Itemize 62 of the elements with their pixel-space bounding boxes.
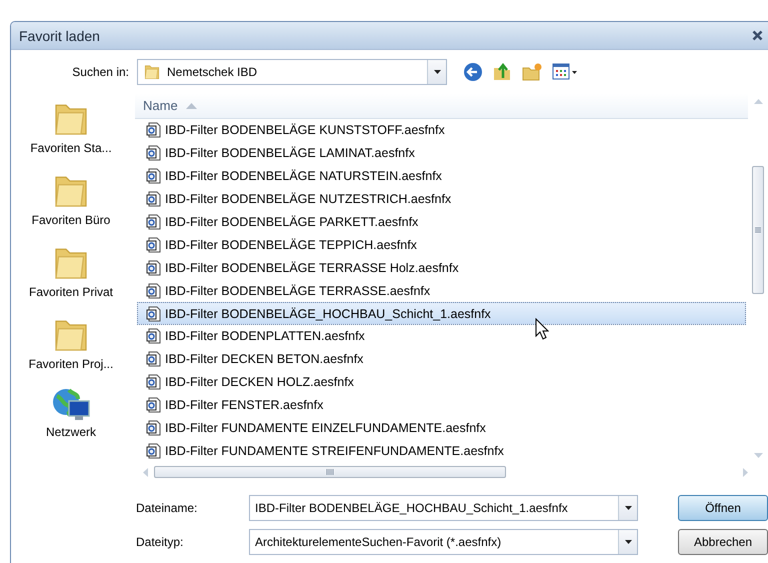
file-row[interactable]: IBD-Filter BODENBELÄGE_HOCHBAU_Schicht_1.aesfnfx — [137, 302, 746, 326]
new-folder-icon[interactable] — [521, 62, 543, 82]
window-title: Favorit laden — [19, 28, 100, 44]
vertical-scrollbar-thumb[interactable] — [752, 166, 764, 294]
file-name-field[interactable]: IBD-Filter BODENBELÄGE_HOCHBAU_Schicht_1.aesfnfx — [249, 495, 638, 522]
file-icon — [146, 351, 162, 368]
file-row[interactable]: IBD-Filter BODENBELÄGE TERRASSE.aesfnfx — [137, 279, 746, 302]
file-row[interactable]: IBD-Filter BODENBELÄGE NUTZESTRICH.aesfnfx — [137, 188, 746, 211]
file-type-label: Dateityp: — [136, 535, 184, 550]
file-icon — [146, 191, 162, 208]
file-icon — [146, 374, 162, 390]
file-icon — [146, 397, 162, 414]
file-row[interactable]: IBD-Filter BODENBELÄGE TEPPICH.aesfnfx — [137, 233, 746, 256]
place-item[interactable]: Favoriten Privat — [28, 285, 114, 299]
place-item[interactable]: Favoriten Proj... — [28, 357, 114, 371]
place-item[interactable]: Netzwerk — [46, 425, 96, 439]
file-row[interactable]: IBD-Filter FUNDAMENTE STREIFENFUNDAMENTE.aesfnfx — [137, 439, 746, 462]
scroll-right-icon[interactable] — [743, 468, 748, 477]
file-row[interactable]: IBD-Filter DECKEN HOLZ.aesfnfx — [137, 370, 746, 394]
file-icon — [146, 214, 162, 230]
close-icon[interactable] — [752, 30, 763, 41]
file-icon — [146, 168, 162, 184]
back-icon[interactable] — [463, 62, 483, 82]
scroll-down-icon[interactable] — [754, 453, 762, 458]
view-menu-icon[interactable] — [552, 63, 578, 81]
file-row[interactable]: IBD-Filter BODENBELÄGE LAMINAT.aesfnfx — [137, 142, 746, 165]
folder-icon — [143, 63, 161, 81]
file-row[interactable]: IBD-Filter BODENPLATTEN.aesfnfx — [137, 325, 746, 348]
file-row[interactable]: IBD-Filter BODENBELÄGE KUNSTSTOFF.aesfnfx — [137, 119, 746, 142]
file-icon — [146, 442, 162, 459]
look-in-combobox[interactable]: Nemetschek IBD — [137, 59, 447, 85]
file-type-dropdown[interactable]: ArchitekturelementeSuchen-Favorit (*.aesfnfx) — [249, 529, 638, 556]
network-globe-icon — [51, 387, 91, 423]
file-icon — [146, 122, 162, 138]
place-item[interactable]: Favoriten Sta... — [30, 141, 112, 155]
scroll-up-icon[interactable] — [754, 99, 762, 104]
sort-arrow-icon — [186, 102, 197, 108]
look-in-label: Suchen in: — [71, 65, 130, 79]
file-icon — [146, 282, 162, 299]
file-row[interactable]: IBD-Filter BODENBELÄGE TERRASSE Holz.aesfnfx — [137, 256, 746, 280]
place-item[interactable]: Favoriten Büro — [32, 213, 110, 227]
dropdown-arrow-icon — [624, 506, 632, 510]
file-row[interactable]: IBD-Filter BODENBELÄGE PARKETT.aesfnfx — [137, 210, 746, 234]
scroll-left-icon[interactable] — [143, 468, 148, 477]
file-icon — [146, 260, 162, 276]
file-row[interactable]: IBD-Filter FUNDAMENTE EINZELFUNDAMENTE.aesfnfx — [137, 416, 746, 440]
up-folder-icon[interactable] — [492, 62, 512, 82]
file-icon — [146, 306, 162, 322]
cancel-button[interactable]: Abbrechen — [678, 529, 768, 556]
open-button[interactable]: Öffnen — [678, 495, 768, 522]
file-icon — [146, 420, 162, 436]
horizontal-scrollbar-thumb[interactable] — [154, 466, 506, 478]
file-icon — [146, 328, 162, 344]
file-row[interactable]: IBD-Filter FENSTER.aesfnfx — [137, 394, 746, 417]
file-icon — [146, 145, 162, 162]
dropdown-arrow-icon — [624, 540, 632, 544]
file-name-label: Dateiname: — [136, 501, 198, 516]
file-row[interactable]: IBD-Filter DECKEN BETON.aesfnfx — [137, 348, 746, 371]
dropdown-arrow-icon — [434, 70, 440, 74]
file-row[interactable]: IBD-Filter BODENBELÄGE NATURSTEIN.aesfnfx — [137, 164, 746, 188]
mouse-pointer-icon — [535, 318, 549, 340]
file-icon — [146, 236, 162, 253]
